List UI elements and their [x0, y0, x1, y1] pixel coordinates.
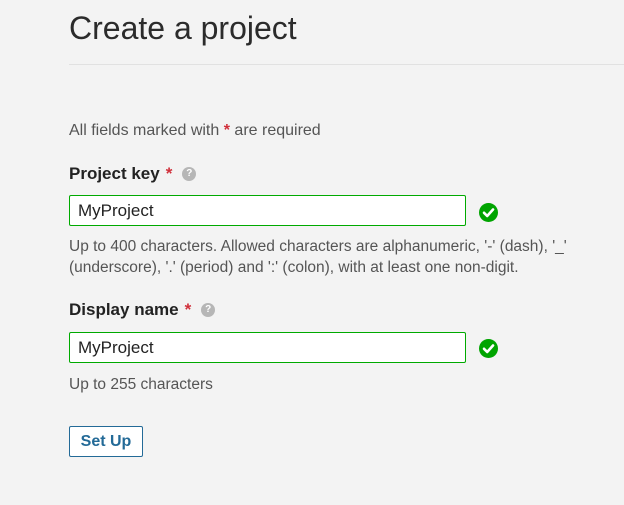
- question-circle-icon[interactable]: ?: [201, 303, 216, 317]
- display-name-required-marker: *: [184, 300, 192, 319]
- required-note-prefix: All fields marked with: [69, 122, 220, 139]
- question-circle-icon[interactable]: ?: [182, 167, 197, 181]
- required-fields-note: All fields marked with * are required: [69, 121, 321, 140]
- project-key-required-marker: *: [165, 164, 173, 183]
- set-up-button[interactable]: Set Up: [69, 426, 143, 457]
- check-circle-icon: [479, 203, 498, 222]
- required-note-suffix: are required: [234, 122, 321, 139]
- required-note-asterisk: *: [223, 122, 230, 139]
- project-key-label: Project key: [69, 164, 160, 183]
- check-circle-icon: [479, 339, 498, 358]
- display-name-hint: Up to 255 characters: [69, 376, 213, 393]
- create-project-page: Create a project All fields marked with …: [0, 0, 624, 505]
- project-key-label-row: Project key * ?: [69, 164, 197, 184]
- project-key-input[interactable]: [69, 195, 466, 226]
- project-key-hint: Up to 400 characters. Allowed characters…: [69, 238, 567, 276]
- title-divider: [69, 64, 624, 65]
- display-name-input[interactable]: [69, 332, 466, 363]
- page-title: Create a project: [69, 10, 297, 46]
- display-name-label-row: Display name * ?: [69, 300, 216, 320]
- display-name-label: Display name: [69, 300, 179, 319]
